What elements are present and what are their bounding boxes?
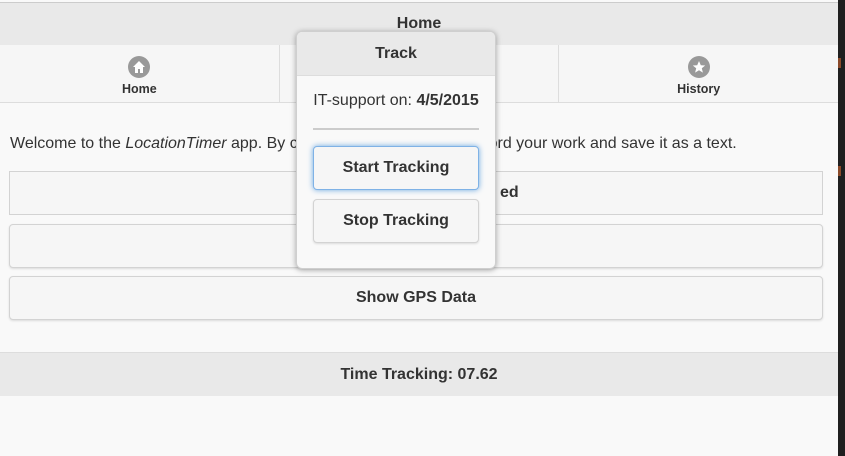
popup-date: 4/5/2015	[416, 92, 479, 109]
track-popup: Track IT-support on: 4/5/2015 Start Trac…	[296, 31, 496, 269]
app-window: Home Home History Welcome to the Locatio…	[0, 0, 838, 456]
page-title: Home	[396, 15, 442, 32]
show-gps-label: Show GPS Data	[355, 289, 477, 306]
popup-title: Track	[375, 45, 417, 62]
show-gps-button[interactable]: Show GPS Data	[9, 276, 823, 320]
popup-header: Track	[297, 32, 495, 76]
popup-divider	[313, 128, 479, 130]
start-tracking-button[interactable]: Start Tracking	[313, 146, 479, 190]
action-button-1-label: ed	[500, 184, 519, 201]
window-edge	[838, 0, 845, 456]
nav-item-home[interactable]: Home	[0, 45, 280, 102]
home-icon	[128, 55, 151, 78]
stop-tracking-button[interactable]: Stop Tracking	[313, 199, 479, 243]
nav-item-label: History	[677, 81, 721, 96]
app-name: LocationTimer	[125, 135, 227, 152]
nav-item-history[interactable]: History	[559, 45, 838, 102]
page-background	[0, 396, 838, 456]
time-tracking-text: Time Tracking: 07.62	[340, 366, 498, 383]
footer-bar: Time Tracking: 07.62	[0, 352, 838, 397]
popup-info: IT-support on: 4/5/2015	[313, 92, 479, 109]
nav-item-label: Home	[121, 81, 157, 96]
star-icon	[687, 55, 710, 78]
